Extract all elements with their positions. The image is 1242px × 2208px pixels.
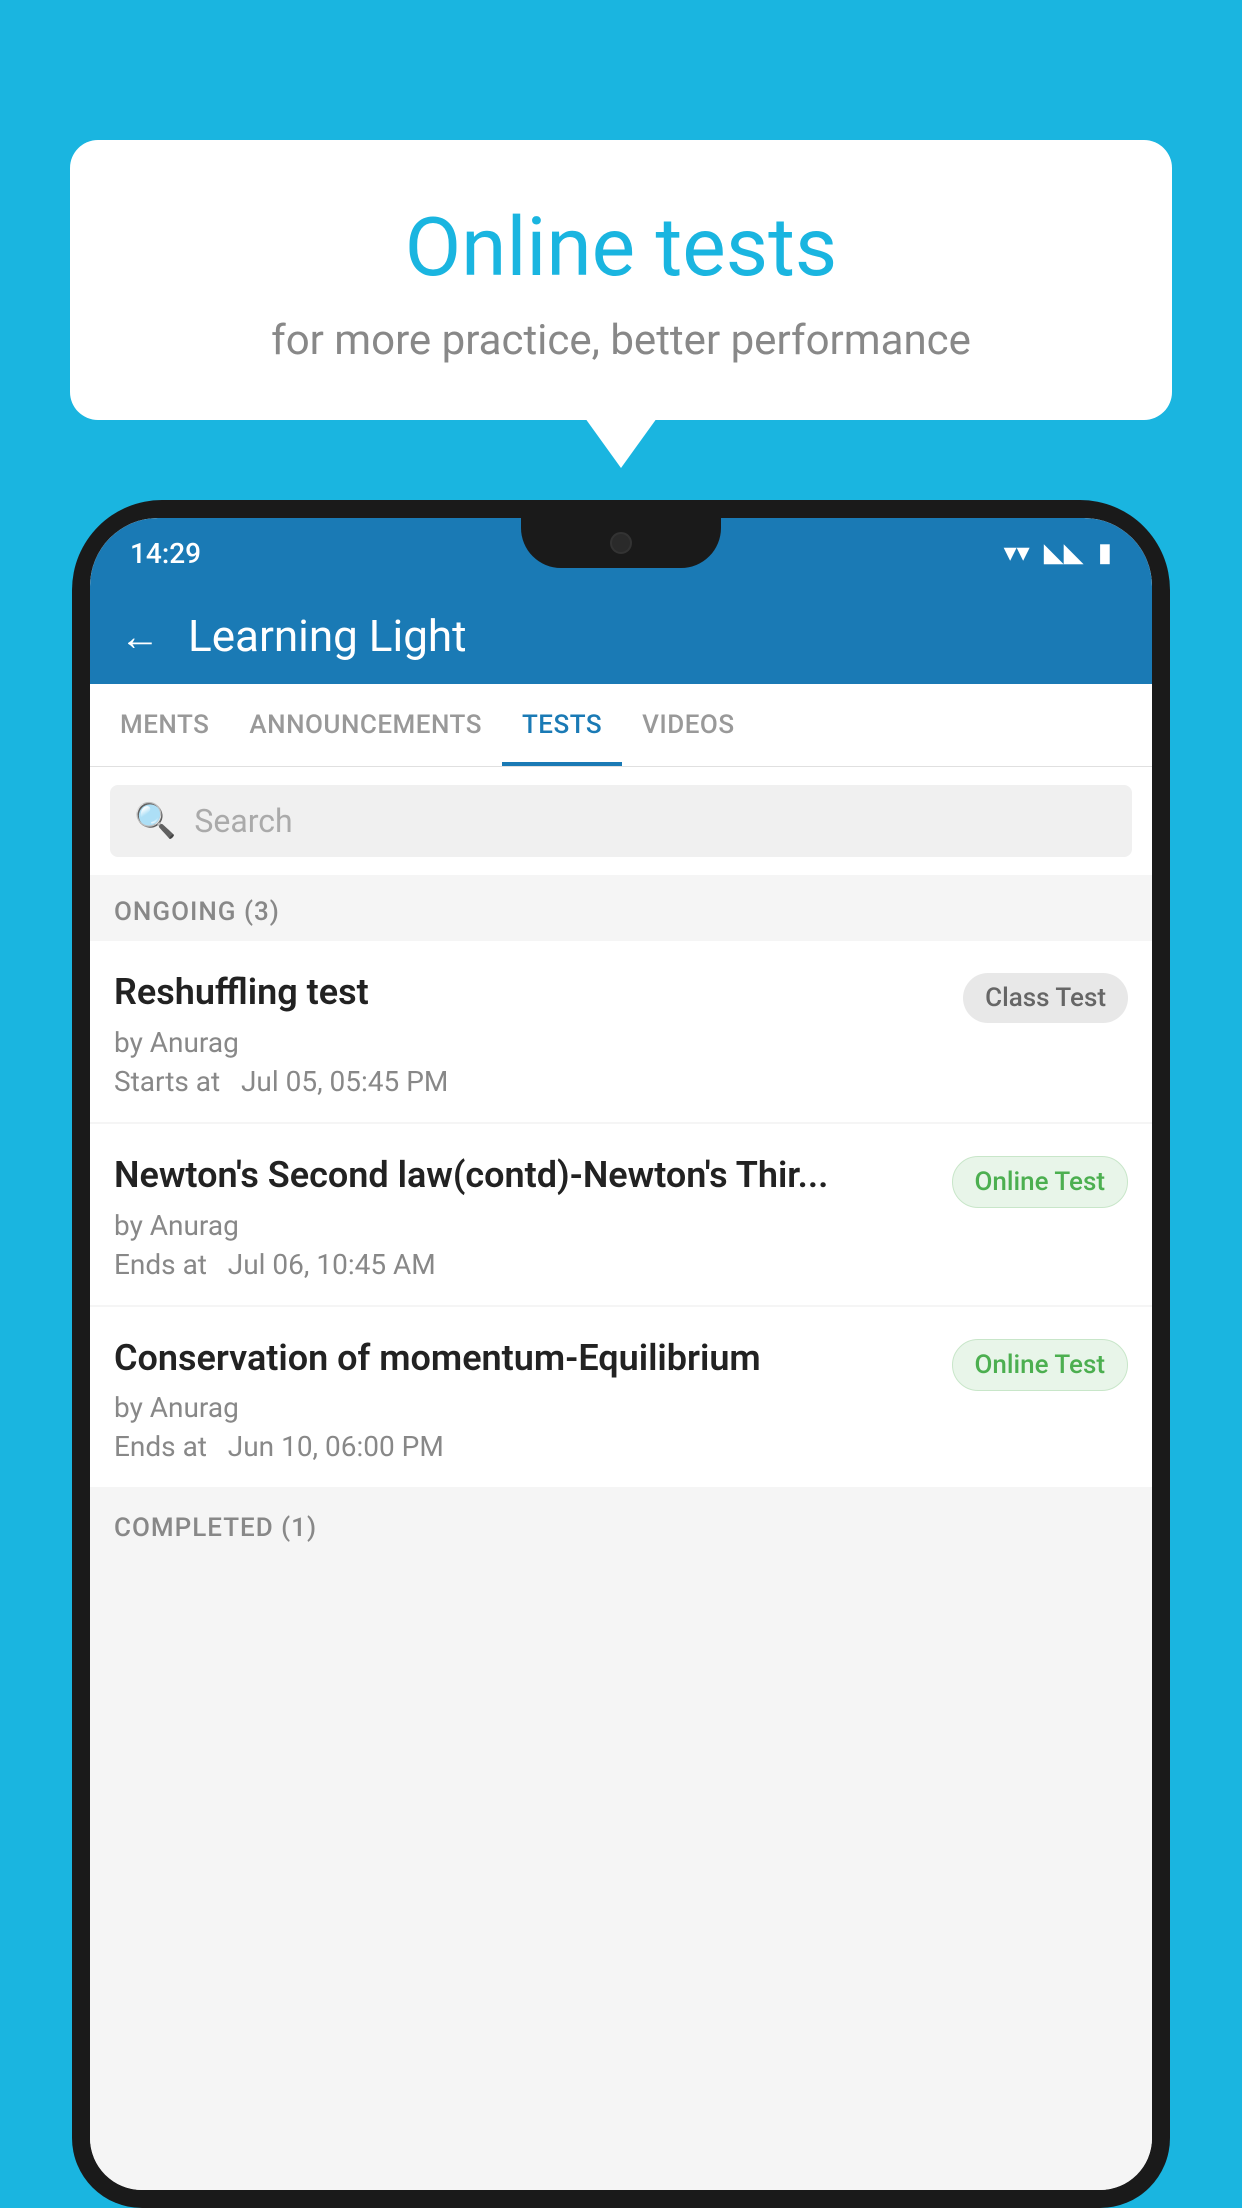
search-container: 🔍 Search: [90, 767, 1152, 875]
speech-bubble: Online tests for more practice, better p…: [70, 140, 1172, 420]
phone-frame: 14:29 ▾▾ ◣◣ ▮ ← Learning Light MENTS ANN…: [72, 500, 1170, 2208]
app-title: Learning Light: [188, 610, 467, 662]
test-badge-online: Online Test: [952, 1156, 1129, 1208]
test-badge-online: Online Test: [952, 1339, 1129, 1391]
test-item-content: Newton's Second law(contd)-Newton's Thir…: [114, 1152, 952, 1281]
test-by: by Anurag: [114, 1209, 932, 1242]
bubble-subtitle: for more practice, better performance: [130, 316, 1112, 365]
status-bar: 14:29 ▾▾ ◣◣ ▮: [90, 518, 1152, 588]
speech-bubble-container: Online tests for more practice, better p…: [70, 140, 1172, 420]
test-name: Conservation of momentum-Equilibrium: [114, 1335, 932, 1382]
search-placeholder: Search: [194, 802, 292, 840]
phone-outer: 14:29 ▾▾ ◣◣ ▮ ← Learning Light MENTS ANN…: [72, 500, 1170, 2208]
tab-ments[interactable]: MENTS: [100, 684, 229, 766]
tab-tests[interactable]: TESTS: [502, 684, 622, 766]
test-item[interactable]: Newton's Second law(contd)-Newton's Thir…: [90, 1124, 1152, 1305]
test-item-content: Reshuffling test by Anurag Starts at Jul…: [114, 969, 963, 1098]
app-header: ← Learning Light: [90, 588, 1152, 684]
tab-videos[interactable]: VIDEOS: [622, 684, 754, 766]
test-name: Newton's Second law(contd)-Newton's Thir…: [114, 1152, 932, 1199]
tabs-container: MENTS ANNOUNCEMENTS TESTS VIDEOS: [90, 684, 1152, 767]
battery-icon: ▮: [1098, 538, 1112, 568]
test-date: Starts at Jul 05, 05:45 PM: [114, 1065, 943, 1098]
phone-inner: 14:29 ▾▾ ◣◣ ▮ ← Learning Light MENTS ANN…: [90, 518, 1152, 2190]
search-bar[interactable]: 🔍 Search: [110, 785, 1132, 857]
test-item-content: Conservation of momentum-Equilibrium by …: [114, 1335, 952, 1464]
wifi-icon: ▾▾: [1004, 538, 1030, 568]
back-button[interactable]: ←: [120, 613, 160, 660]
signal-icon: ◣◣: [1044, 538, 1084, 568]
tab-announcements[interactable]: ANNOUNCEMENTS: [229, 684, 502, 766]
completed-section-header: COMPLETED (1): [90, 1491, 1152, 1557]
test-by: by Anurag: [114, 1026, 943, 1059]
status-time: 14:29: [130, 537, 201, 570]
ongoing-section-header: ONGOING (3): [90, 875, 1152, 941]
status-icons: ▾▾ ◣◣ ▮: [1004, 538, 1112, 568]
test-name: Reshuffling test: [114, 969, 943, 1016]
bubble-title: Online tests: [130, 200, 1112, 296]
test-date: Ends at Jun 10, 06:00 PM: [114, 1430, 932, 1463]
search-icon: 🔍: [134, 801, 176, 841]
test-item[interactable]: Conservation of momentum-Equilibrium by …: [90, 1307, 1152, 1488]
test-by: by Anurag: [114, 1391, 932, 1424]
test-date: Ends at Jul 06, 10:45 AM: [114, 1248, 932, 1281]
status-notch: [521, 518, 721, 568]
test-badge-class: Class Test: [963, 973, 1128, 1023]
camera-dot: [610, 532, 632, 554]
test-item[interactable]: Reshuffling test by Anurag Starts at Jul…: [90, 941, 1152, 1122]
phone-content: 🔍 Search ONGOING (3) Reshuffling test by…: [90, 767, 1152, 2190]
